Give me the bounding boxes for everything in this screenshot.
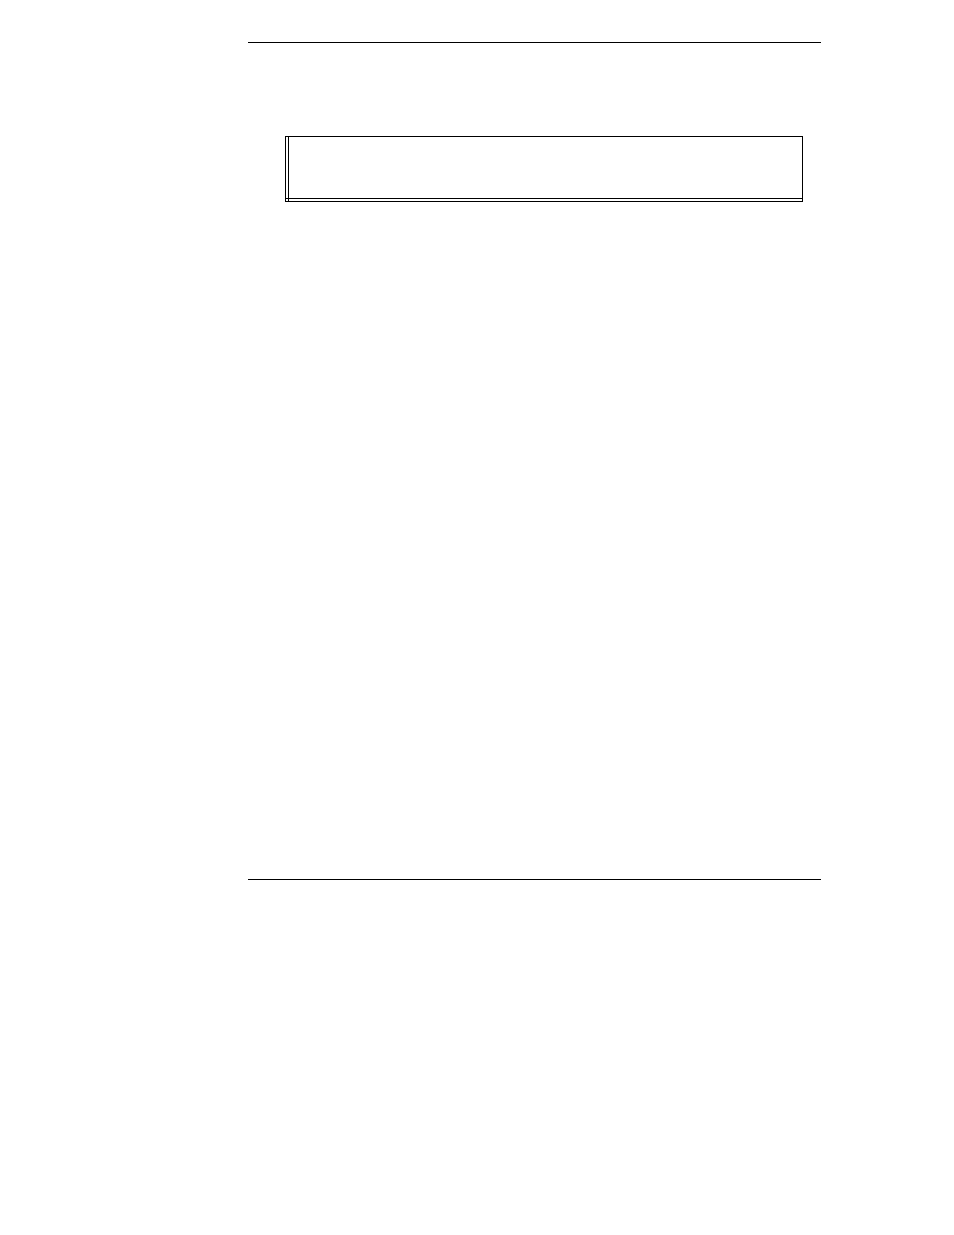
content-box [285, 136, 803, 202]
footer-horizontal-rule [248, 879, 821, 880]
header-horizontal-rule [248, 42, 821, 43]
box-left-border-inner [288, 136, 289, 202]
box-right-border [802, 136, 803, 202]
box-bottom-border-inner [285, 198, 803, 199]
box-left-border [285, 136, 286, 202]
box-top-border [285, 136, 803, 137]
box-bottom-border [285, 201, 803, 202]
